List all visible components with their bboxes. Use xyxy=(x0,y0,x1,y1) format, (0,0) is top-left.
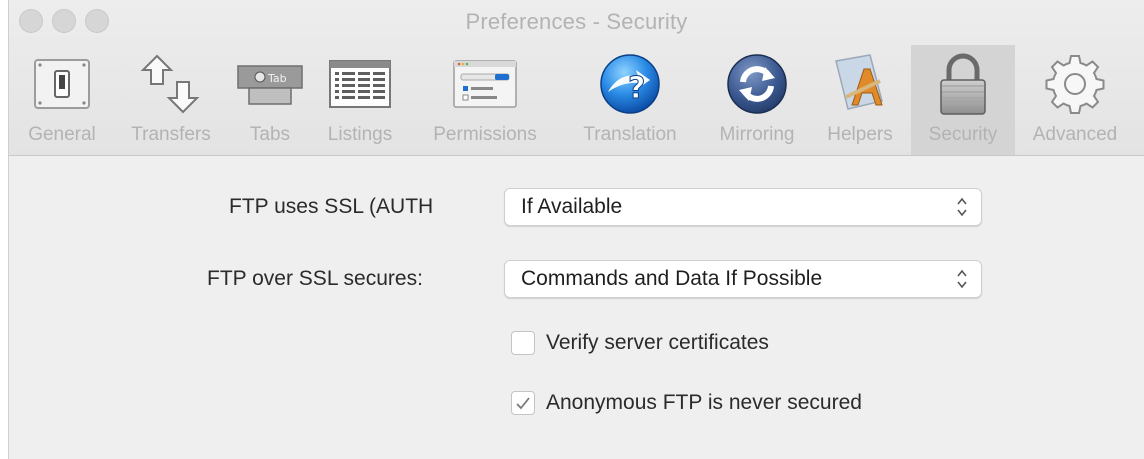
anonymous-ftp-checkbox[interactable] xyxy=(511,391,535,415)
anonymous-ftp-label: Anonymous FTP is never secured xyxy=(546,391,862,414)
tab-translation[interactable]: ? Translation xyxy=(561,45,699,155)
listing-icon xyxy=(324,51,396,117)
helpers-icon xyxy=(824,51,896,117)
mirroring-icon xyxy=(721,51,793,117)
checkmark-icon xyxy=(516,397,530,410)
tab-helpers[interactable]: Helpers xyxy=(813,45,907,155)
ssl-auth-value: If Available xyxy=(521,195,623,218)
ssl-secures-label: FTP over SSL secures: xyxy=(207,267,423,290)
transfer-arrows-icon xyxy=(135,51,207,117)
tab-mirroring[interactable]: Mirroring xyxy=(705,45,809,155)
anonymous-ftp-option[interactable]: Anonymous FTP is never secured xyxy=(511,391,862,415)
title-toolbar-area: Preferences - Security General Transfers… xyxy=(9,0,1144,156)
preferences-toolbar: General Transfers Tab Tabs Listings Perm… xyxy=(9,45,1144,155)
ssl-secures-value: Commands and Data If Possible xyxy=(521,267,823,290)
preferences-window: Preferences - Security General Transfers… xyxy=(8,0,1144,459)
security-preferences-pane: FTP uses SSL (AUTH If Available FTP over… xyxy=(9,156,1144,459)
updown-arrows-icon xyxy=(957,269,967,289)
tab-transfers[interactable]: Transfers xyxy=(115,45,227,155)
tab-listings[interactable]: Listings xyxy=(313,45,407,155)
ssl-secures-popup[interactable]: Commands and Data If Possible xyxy=(504,260,982,298)
tab-advanced[interactable]: Advanced xyxy=(1019,45,1131,155)
padlock-icon xyxy=(927,51,999,117)
verify-certificates-label: Verify server certificates xyxy=(546,331,769,354)
tab-icon-text: Tab xyxy=(267,72,287,85)
tab-security[interactable]: Security xyxy=(911,45,1015,155)
verify-certificates-checkbox[interactable] xyxy=(511,331,535,355)
verify-certificates-option[interactable]: Verify server certificates xyxy=(511,331,769,355)
tab-permissions[interactable]: Permissions xyxy=(413,45,557,155)
svg-text:?: ? xyxy=(628,71,645,106)
tab-general[interactable]: General xyxy=(13,45,111,155)
tab-icon: Tab xyxy=(234,51,306,117)
tab-tabs[interactable]: Tab Tabs xyxy=(231,45,309,155)
translation-icon: ? xyxy=(594,51,666,117)
window-title: Preferences - Security xyxy=(465,9,688,34)
gear-icon xyxy=(1039,51,1111,117)
permissions-icon xyxy=(449,51,521,117)
updown-arrows-icon xyxy=(957,197,967,217)
ssl-auth-label: FTP uses SSL (AUTH xyxy=(229,195,434,218)
ssl-auth-popup[interactable]: If Available xyxy=(504,188,982,226)
switch-icon xyxy=(26,51,98,117)
